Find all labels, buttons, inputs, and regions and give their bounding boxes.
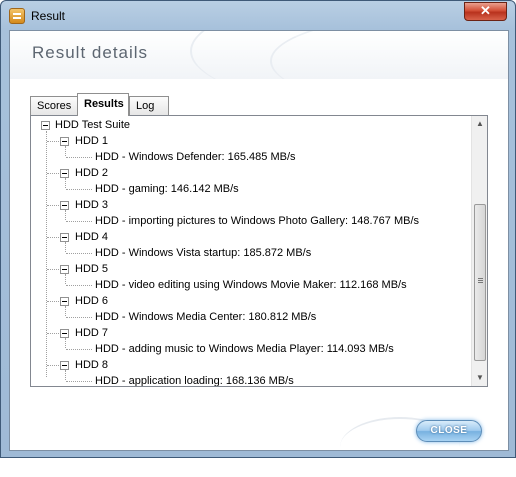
tree-group-label[interactable]: HDD 3	[75, 198, 108, 212]
group-collapse-icon[interactable]	[60, 329, 69, 338]
tree-connector-line	[65, 338, 66, 348]
close-button[interactable]: CLOSE	[416, 420, 482, 442]
tree-result-item[interactable]: HDD - video editing using Windows Movie …	[95, 278, 407, 292]
group-collapse-icon[interactable]	[60, 233, 69, 242]
tree-connector-line	[66, 285, 92, 286]
group-collapse-icon[interactable]	[60, 265, 69, 274]
tree-connector-line	[47, 237, 61, 238]
tree-connector-line	[65, 370, 66, 380]
tree-connector-line	[66, 317, 92, 318]
tree-root-label[interactable]: HDD Test Suite	[55, 118, 130, 132]
tree-result-item[interactable]: HDD - Windows Media Center: 180.812 MB/s	[95, 310, 316, 324]
scroll-thumb[interactable]	[474, 204, 486, 361]
tree-connector-line	[47, 141, 61, 142]
tree-connector-line	[66, 253, 92, 254]
tree-connector-line	[47, 205, 61, 206]
tree-connector-line	[46, 131, 47, 377]
root-collapse-icon[interactable]	[41, 121, 50, 130]
tree-connector-line	[66, 189, 92, 190]
tree-connector-line	[65, 242, 66, 252]
thumb-grip	[478, 278, 483, 279]
scroll-up-icon[interactable]: ▲	[472, 116, 487, 132]
tree-connector-line	[47, 365, 61, 366]
tree-group-label[interactable]: HDD 7	[75, 326, 108, 340]
group-collapse-icon[interactable]	[60, 169, 69, 178]
tree-group-label[interactable]: HDD 5	[75, 262, 108, 276]
group-collapse-icon[interactable]	[60, 297, 69, 306]
group-collapse-icon[interactable]	[60, 361, 69, 370]
tab-scores[interactable]: Scores	[30, 96, 78, 115]
thumb-grip	[478, 282, 483, 283]
tree-connector-line	[47, 301, 61, 302]
tree-group-label[interactable]: HDD 1	[75, 134, 108, 148]
tab-results[interactable]: Results	[77, 93, 129, 116]
tree-connector-line	[66, 221, 92, 222]
tree-connector-line	[66, 349, 92, 350]
result-window: Result ✕ Result details Scores Results L…	[0, 0, 516, 458]
tree-connector-line	[65, 274, 66, 284]
tree-connector-line	[65, 306, 66, 316]
tree-connector-line	[65, 178, 66, 188]
tree-connector-line	[66, 381, 92, 382]
group-collapse-icon[interactable]	[60, 137, 69, 146]
dialog-body: Result details Scores Results Log HDD Te…	[9, 30, 509, 451]
page-title: Result details	[32, 43, 149, 62]
title-bar[interactable]: Result ✕	[1, 1, 515, 31]
header-decoration	[270, 31, 508, 79]
window-title: Result	[31, 9, 66, 23]
tree-result-item[interactable]: HDD - Windows Defender: 165.485 MB/s	[95, 150, 296, 164]
tree-group-label[interactable]: HDD 8	[75, 358, 108, 372]
tab-log[interactable]: Log	[129, 96, 169, 115]
tree-result-item[interactable]: HDD - Windows Vista startup: 185.872 MB/…	[95, 246, 311, 260]
scroll-down-icon[interactable]: ▼	[472, 370, 487, 386]
tree-connector-line	[66, 157, 92, 158]
results-tree-panel: HDD Test Suite HDD 1 HDD - Windows Defend…	[30, 115, 488, 387]
tree-connector-line	[65, 210, 66, 220]
header-banner: Result details	[10, 31, 508, 79]
tree-group-label[interactable]: HDD 2	[75, 166, 108, 180]
tree-result-item[interactable]: HDD - importing pictures to Windows Phot…	[95, 214, 419, 228]
tree-connector-line	[47, 173, 61, 174]
tree-group-label[interactable]: HDD 4	[75, 230, 108, 244]
tree-connector-line	[47, 269, 61, 270]
app-icon	[9, 8, 25, 24]
tree-connector-line	[47, 333, 61, 334]
group-collapse-icon[interactable]	[60, 201, 69, 210]
tree-result-item[interactable]: HDD - gaming: 146.142 MB/s	[95, 182, 239, 196]
tree-connector-line	[65, 146, 66, 156]
results-tree[interactable]: HDD Test Suite HDD 1 HDD - Windows Defend…	[31, 116, 471, 386]
vertical-scrollbar[interactable]: ▲ ▼	[471, 116, 487, 386]
thumb-grip	[478, 280, 483, 281]
tree-result-item[interactable]: HDD - adding music to Windows Media Play…	[95, 342, 394, 356]
window-close-button[interactable]: ✕	[464, 2, 507, 21]
tree-result-item[interactable]: HDD - application loading: 168.136 MB/s	[95, 374, 294, 386]
tree-group-label[interactable]: HDD 6	[75, 294, 108, 308]
